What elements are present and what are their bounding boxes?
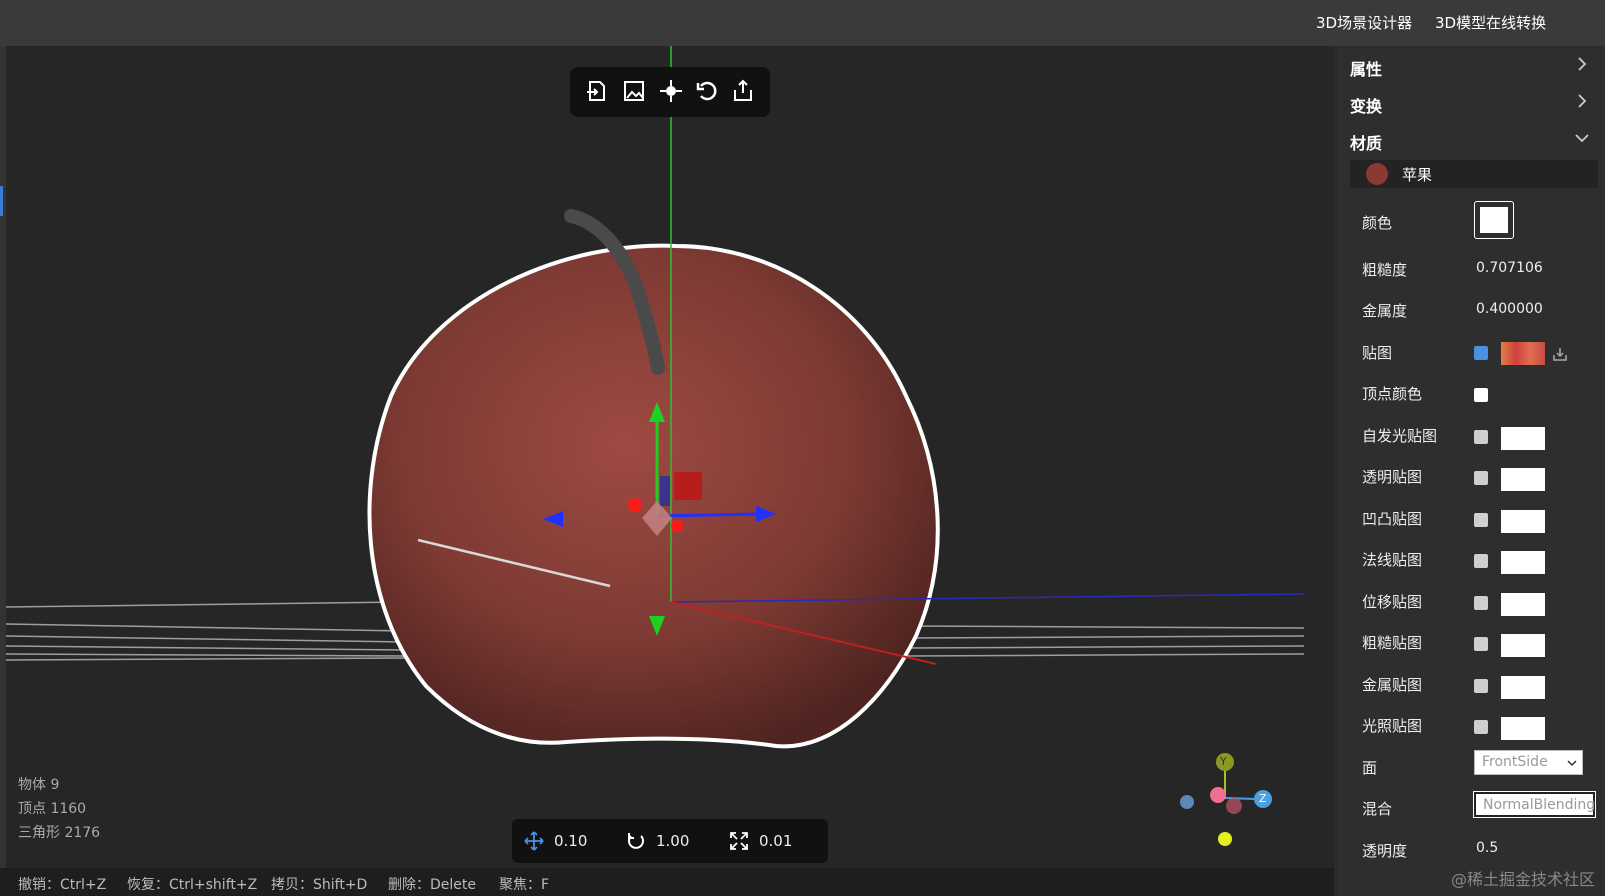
- metalness-label: 金属度: [1362, 302, 1408, 320]
- map-texture-thumbnail[interactable]: [1501, 342, 1545, 365]
- shortcut-redo: 恢复：Ctrl+shift+Z: [127, 877, 258, 893]
- reset-icon[interactable]: [694, 78, 720, 104]
- viewport-toolbar: [570, 67, 770, 117]
- translate-snap[interactable]: 0.10: [524, 819, 587, 863]
- material-name: 苹果: [1402, 166, 1433, 184]
- scale-snap-value: 0.01: [759, 832, 793, 850]
- snap-bar: 0.10 1.00 0.01: [512, 819, 828, 863]
- side-select[interactable]: FrontSide: [1474, 750, 1583, 775]
- material-item[interactable]: 苹果: [1350, 160, 1598, 188]
- rotate-icon: [628, 833, 644, 849]
- gizmo-z-label: Z: [1259, 792, 1267, 805]
- map-checkbox[interactable]: [1474, 346, 1488, 360]
- blending-label: 混合: [1362, 800, 1393, 818]
- bump-map-label: 凹凸贴图: [1362, 510, 1423, 528]
- displacement-map-label: 位移贴图: [1362, 593, 1423, 611]
- opacity-value[interactable]: 0.5: [1476, 840, 1498, 856]
- opacity-label: 透明度: [1362, 842, 1408, 860]
- scale-snap[interactable]: 0.01: [729, 819, 792, 863]
- image-import-icon[interactable]: [621, 78, 647, 104]
- viewport-canvas[interactable]: Y Z: [6, 46, 1334, 868]
- section-properties[interactable]: 属性: [1350, 48, 1600, 84]
- side-select-value: FrontSide: [1482, 754, 1548, 770]
- metalness-map-slot[interactable]: [1501, 676, 1545, 699]
- rotate-snap[interactable]: 1.00: [626, 819, 689, 863]
- metalness-map-label: 金属贴图: [1362, 676, 1423, 694]
- displacement-map-checkbox[interactable]: [1474, 596, 1488, 610]
- top-bar: 3D场景设计器 3D模型在线转换: [0, 0, 1605, 46]
- bump-map-checkbox[interactable]: [1474, 513, 1488, 527]
- roughness-map-slot[interactable]: [1501, 634, 1545, 657]
- section-transform[interactable]: 变换: [1350, 85, 1600, 121]
- blending-select-value: NormalBlending: [1483, 797, 1596, 813]
- alpha-map-slot[interactable]: [1501, 468, 1545, 491]
- triangle-count: 三角形 2176: [18, 825, 101, 841]
- scale-icon: [730, 832, 748, 850]
- normal-map-label: 法线贴图: [1362, 551, 1423, 569]
- section-material[interactable]: 材质: [1350, 122, 1600, 158]
- light-map-checkbox[interactable]: [1474, 720, 1488, 734]
- download-icon[interactable]: [1552, 346, 1568, 362]
- locate-icon[interactable]: [658, 78, 684, 104]
- vertex-colors-label: 顶点颜色: [1362, 385, 1423, 403]
- normal-map-slot[interactable]: [1501, 551, 1545, 574]
- shortcut-bar: 撤销：Ctrl+Z 恢复：Ctrl+shift+Z 拷贝：Shift+D 删除：…: [0, 868, 1334, 896]
- scene-render: [6, 46, 1305, 846]
- import-icon[interactable]: [584, 78, 610, 104]
- shortcut-delete: 删除：Delete: [388, 877, 476, 893]
- light-map-slot[interactable]: [1501, 717, 1545, 740]
- emissive-map-slot[interactable]: [1501, 427, 1545, 450]
- metalness-value[interactable]: 0.400000: [1476, 301, 1543, 317]
- side-label: 面: [1362, 759, 1378, 777]
- roughness-label: 粗糙度: [1362, 261, 1408, 279]
- gizmo-y-label: Y: [1220, 755, 1227, 768]
- map-label: 贴图: [1362, 344, 1393, 362]
- roughness-map-label: 粗糙贴图: [1362, 634, 1423, 652]
- color-label: 颜色: [1362, 214, 1393, 232]
- color-picker[interactable]: [1474, 201, 1514, 239]
- chevron-right-icon: [1578, 94, 1587, 108]
- metalness-map-checkbox[interactable]: [1474, 679, 1488, 693]
- chevron-right-icon: [1578, 57, 1587, 71]
- normal-map-checkbox[interactable]: [1474, 554, 1488, 568]
- chevron-down-icon: [1575, 134, 1589, 143]
- blending-select[interactable]: NormalBlending: [1473, 791, 1596, 818]
- material-preview: [1366, 163, 1388, 185]
- vertex-colors-checkbox[interactable]: [1474, 388, 1488, 402]
- displacement-map-slot[interactable]: [1501, 593, 1545, 616]
- scene-designer-link[interactable]: 3D场景设计器: [1316, 12, 1412, 33]
- alpha-map-label: 透明贴图: [1362, 468, 1423, 486]
- bump-map-slot[interactable]: [1501, 510, 1545, 533]
- left-edge-marker: [0, 186, 3, 216]
- shortcut-focus: 聚焦：F: [499, 877, 550, 893]
- vertex-count: 顶点 1160: [18, 801, 87, 817]
- export-icon[interactable]: [730, 78, 756, 104]
- roughness-map-checkbox[interactable]: [1474, 637, 1488, 651]
- model-converter-link[interactable]: 3D模型在线转换: [1435, 12, 1546, 33]
- rotate-snap-value: 1.00: [656, 832, 690, 850]
- emissive-map-checkbox[interactable]: [1474, 430, 1488, 444]
- watermark: @稀土掘金技术社区: [1450, 870, 1595, 889]
- color-swatch: [1480, 207, 1508, 233]
- light-map-label: 光照贴图: [1362, 717, 1423, 735]
- shortcut-copy: 拷贝：Shift+D: [271, 877, 368, 893]
- alpha-map-checkbox[interactable]: [1474, 471, 1488, 485]
- translate-snap-value: 0.10: [554, 832, 588, 850]
- chevron-down-icon: [1567, 760, 1577, 767]
- roughness-value[interactable]: 0.707106: [1476, 260, 1543, 276]
- emissive-map-label: 自发光贴图: [1362, 427, 1438, 445]
- shortcut-undo: 撤销：Ctrl+Z: [18, 877, 107, 893]
- object-count: 物体 9: [18, 777, 60, 793]
- move-icon: [524, 831, 544, 851]
